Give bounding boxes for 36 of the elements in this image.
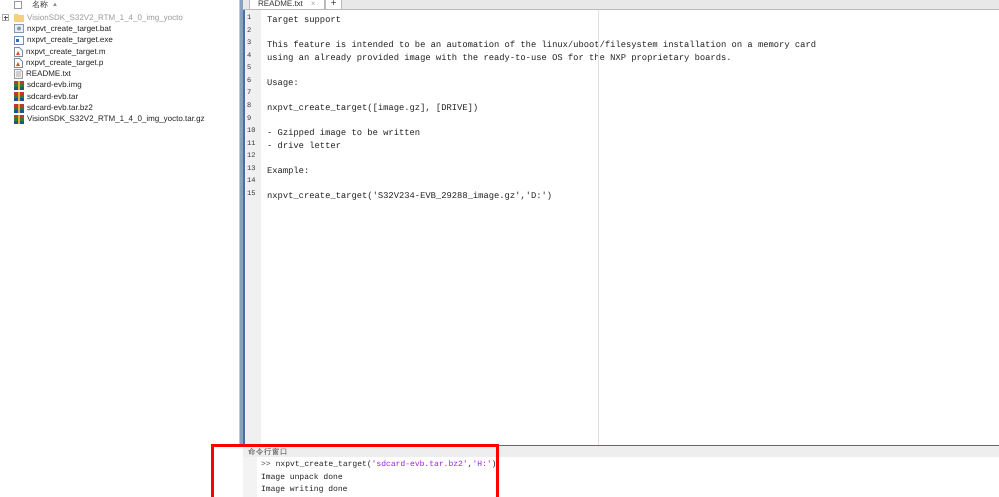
archive-icon: [14, 92, 24, 102]
file-name[interactable]: sdcard-evb.tar.bz2: [27, 102, 93, 114]
code-line: Target support: [267, 15, 341, 25]
code-line: Usage:: [267, 78, 299, 88]
folder-icon: [14, 13, 24, 22]
select-all-checkbox[interactable]: [14, 1, 22, 9]
file-name[interactable]: README.txt: [26, 68, 71, 80]
archive-icon: [14, 80, 24, 90]
document-icon: [14, 46, 23, 57]
file-name[interactable]: VisionSDK_S32V2_RTM_1_4_0_img_yocto.tar.gz: [27, 113, 205, 126]
expand-toggle[interactable]: [2, 14, 9, 22]
gear-file-icon: [14, 24, 24, 34]
code-line: nxpvt_create_target('S32V234-EVB_29288_image.gz','D:'): [267, 190, 552, 201]
file-name[interactable]: nxpvt_create_target.exe: [27, 34, 113, 46]
code-line: This feature is intended to be an automation of the linux/uboot/filesystem installation on a memory card: [267, 40, 816, 50]
file-name[interactable]: nxpvt_create_target.m: [26, 46, 106, 58]
window-file-icon: [14, 36, 24, 45]
command-input[interactable]: nxpvt_create_target('sdcard-evb.tar.bz2','H:'): [276, 459, 496, 472]
text-file-icon: [14, 69, 23, 80]
name-column-header[interactable]: 名称: [32, 0, 48, 10]
code-line: Example:: [267, 166, 310, 176]
code-line: - Gzipped image to be written: [267, 128, 420, 138]
archive-icon: [14, 104, 24, 113]
document-icon: [14, 58, 23, 68]
command-prompt: >>: [261, 459, 271, 471]
file-name[interactable]: nxpvt_create_target.bat: [27, 22, 112, 35]
command-output: Image unpack done: [261, 472, 344, 484]
file-name[interactable]: sdcard-evb.tar: [27, 90, 78, 103]
editor-tab[interactable]: README.txt ×: [249, 0, 325, 10]
file-name[interactable]: sdcard-evb.img: [27, 79, 82, 92]
file-name[interactable]: nxpvt_create_target.p: [26, 56, 104, 69]
code-line: - drive letter: [267, 140, 341, 151]
archive-icon: [14, 114, 24, 124]
new-tab-button[interactable]: +: [324, 0, 342, 10]
code-line: nxpvt_create_target([image.gz], [DRIVE]): [267, 102, 478, 113]
command-output: Image writing done: [261, 484, 348, 496]
